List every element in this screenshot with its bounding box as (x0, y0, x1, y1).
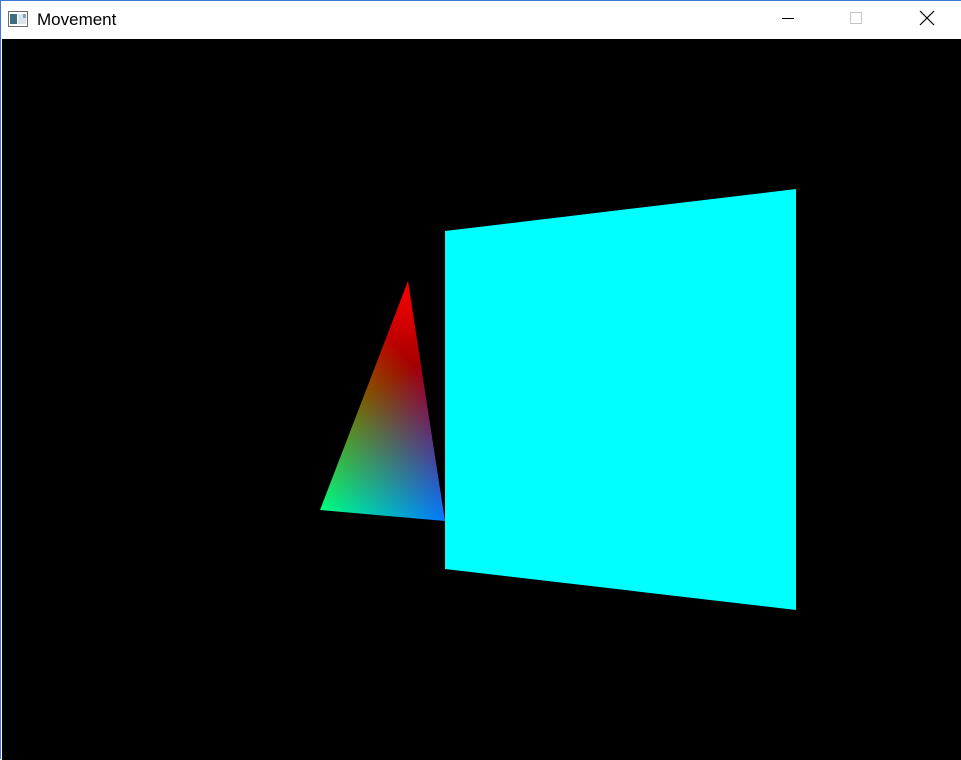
minimize-button[interactable] (765, 1, 811, 39)
title-bar[interactable]: Movement (1, 1, 961, 39)
minimize-icon (781, 11, 795, 30)
close-button[interactable] (904, 1, 950, 39)
cyan-quad (445, 189, 796, 610)
render-viewport[interactable] (2, 39, 961, 760)
maximize-icon (849, 11, 863, 30)
maximize-button[interactable] (833, 1, 879, 39)
scene-canvas (320, 189, 796, 610)
app-window-icon[interactable] (8, 11, 28, 27)
window-title: Movement (37, 10, 117, 29)
gradient-triangle (320, 281, 445, 521)
app-window: Movement (0, 0, 961, 760)
close-icon (919, 10, 935, 31)
